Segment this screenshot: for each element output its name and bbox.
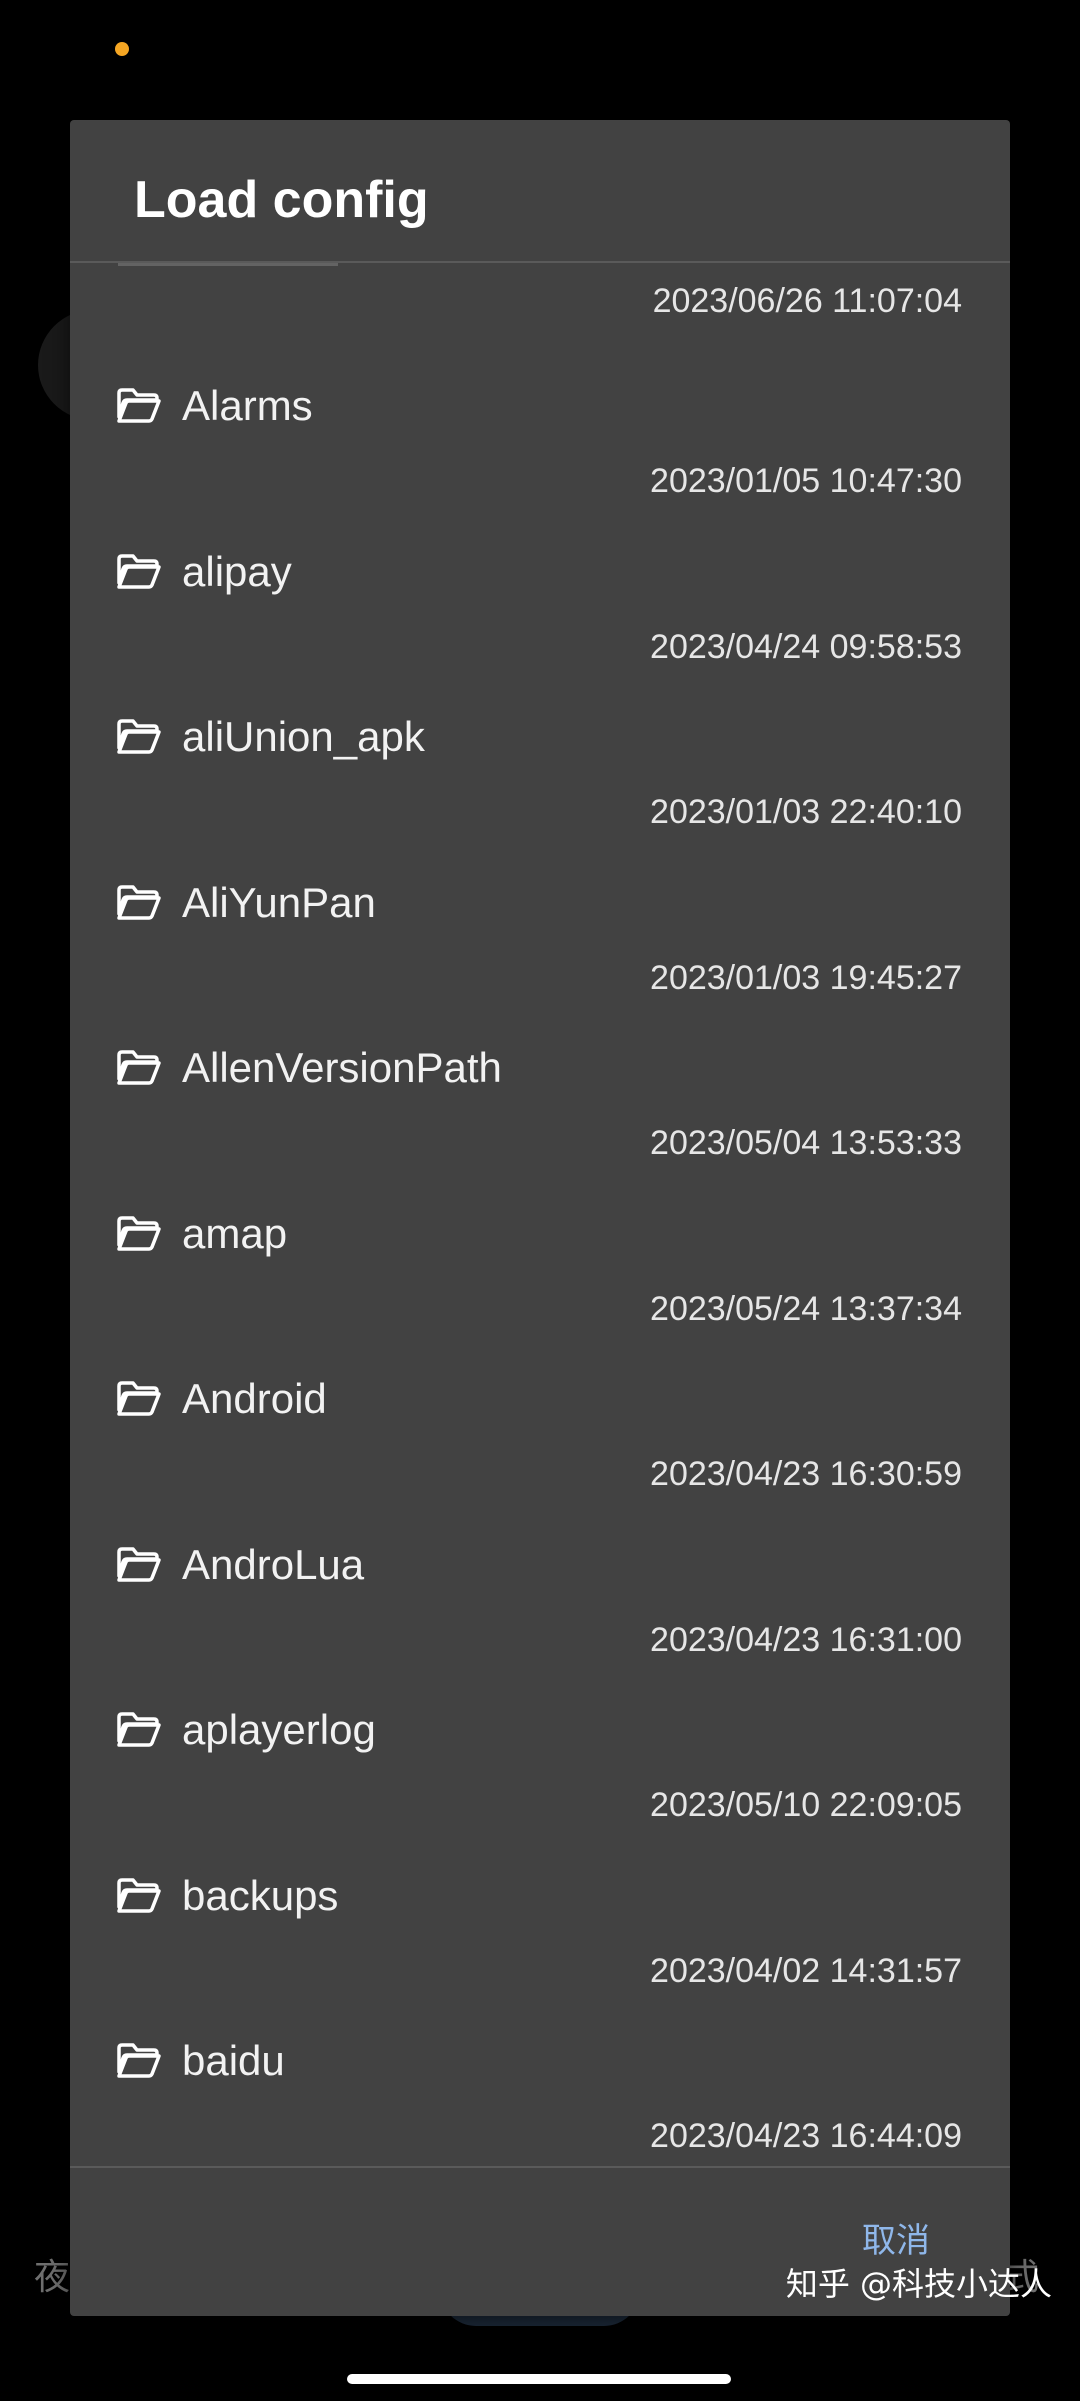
screen: 夜 式 Load config 2023/06/26 11:07:04 Alar… <box>0 0 1080 2401</box>
folder-icon <box>116 2042 162 2080</box>
background-text-left: 夜 <box>34 2257 71 2298</box>
cancel-button[interactable]: 取消 <box>862 2218 930 2264</box>
file-name: backups <box>182 1871 339 1919</box>
file-date: 2023/05/04 13:53:33 <box>650 1124 962 1162</box>
file-name: amap <box>182 1209 288 1257</box>
folder-icon <box>116 1546 162 1584</box>
file-date: 2023/01/03 19:45:27 <box>650 958 962 997</box>
file-date: 2023/05/24 13:37:34 <box>650 1289 962 1328</box>
dialog-title: Load config <box>134 171 429 229</box>
folder-icon <box>116 1049 162 1087</box>
file-list-item[interactable]: Android 2023/04/23 16:30:59 <box>70 1374 1010 1539</box>
folder-icon <box>116 718 162 756</box>
file-list[interactable]: 2023/06/26 11:07:04 Alarms 2023/01/05 10:… <box>70 263 1010 2166</box>
folder-icon <box>116 1380 162 1418</box>
file-name: AndroLua <box>182 1540 365 1588</box>
file-list-item[interactable]: backups 2023/04/02 14:31:57 <box>70 1871 1010 2036</box>
load-config-dialog: Load config 2023/06/26 11:07:04 Alarms 20… <box>70 120 1010 2316</box>
folder-icon <box>116 553 162 591</box>
folder-icon <box>116 387 162 425</box>
file-date: 2023/04/23 16:44:09 <box>650 2117 962 2155</box>
folder-icon <box>116 1711 162 1749</box>
file-name: AliYunPan <box>182 878 376 926</box>
file-date: 2023/01/05 10:47:30 <box>650 462 962 500</box>
folder-icon <box>116 1877 162 1915</box>
file-name: alipay <box>182 547 292 595</box>
file-name: baidu <box>182 2037 285 2084</box>
file-name: aliUnion_apk <box>182 713 425 760</box>
file-list-item[interactable]: Alarms 2023/01/05 10:47:30 <box>70 381 1010 546</box>
watermark: 知乎 @科技小达人 <box>785 2265 1052 2303</box>
file-name: AllenVersionPath <box>182 1044 502 1091</box>
notification-dot <box>115 42 129 56</box>
file-date: 2023/06/26 11:07:04 <box>652 282 962 320</box>
file-name: aplayerlog <box>182 1706 376 1753</box>
file-date: 2023/04/02 14:31:57 <box>650 1951 962 1990</box>
file-list-item[interactable]: aplayerlog 2023/05/10 22:09:05 <box>70 1705 1010 1870</box>
folder-icon <box>116 1215 162 1253</box>
file-list-item[interactable]: AliYunPan 2023/01/03 19:45:27 <box>70 878 1010 1043</box>
divider <box>70 2166 1010 2168</box>
file-date: 2023/04/23 16:30:59 <box>650 1455 962 1493</box>
partial-list-item <box>118 263 338 274</box>
file-date: 2023/04/24 09:58:53 <box>650 627 962 666</box>
file-date: 2023/04/23 16:31:00 <box>650 1620 962 1659</box>
file-date: 2023/01/03 22:40:10 <box>650 793 962 831</box>
file-list-item[interactable]: baidu 2023/04/23 16:44:09 <box>70 2036 1010 2166</box>
file-list-item[interactable]: amap 2023/05/24 13:37:34 <box>70 1209 1010 1374</box>
file-list-item[interactable]: alipay 2023/04/24 09:58:53 <box>70 547 1010 712</box>
file-name: Android <box>182 1375 327 1422</box>
file-list-item[interactable]: AndroLua 2023/04/23 16:31:00 <box>70 1540 1010 1705</box>
folder-icon <box>116 884 162 922</box>
file-list-item[interactable]: aliUnion_apk 2023/01/03 22:40:10 <box>70 712 1010 877</box>
file-name: Alarms <box>182 382 313 429</box>
navigation-handle[interactable] <box>347 2374 731 2384</box>
file-list-item[interactable]: AllenVersionPath 2023/05/04 13:53:33 <box>70 1043 1010 1208</box>
file-date: 2023/05/10 22:09:05 <box>650 1786 962 1824</box>
